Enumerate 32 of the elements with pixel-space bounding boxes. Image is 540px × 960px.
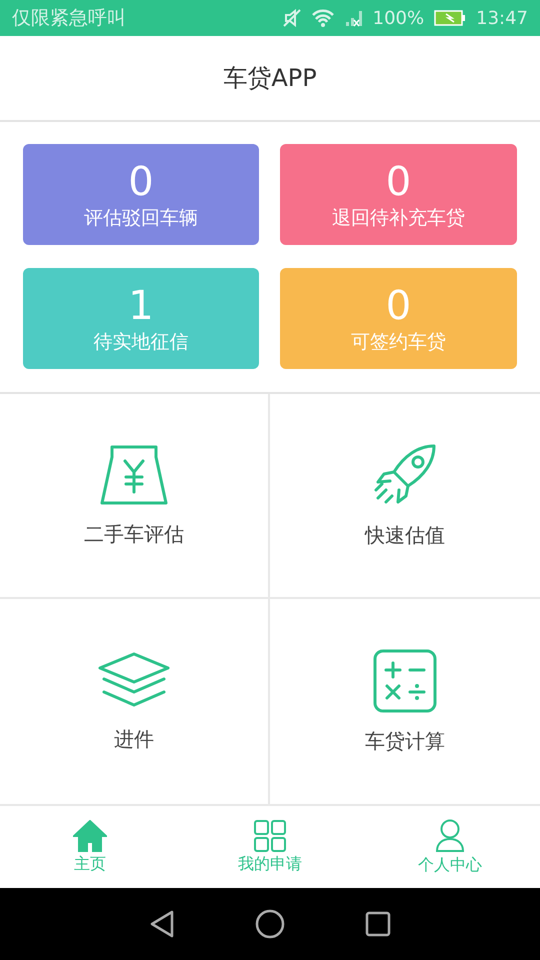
stat-label: 可签约车贷 bbox=[351, 330, 446, 354]
feature-label[interactable]: 车贷计算 bbox=[365, 728, 445, 755]
nav-tab[interactable]: 个人中心 bbox=[418, 854, 482, 876]
wifi-icon bbox=[310, 9, 335, 27]
mute-icon bbox=[282, 8, 301, 28]
feature-label[interactable]: 二手车评估 bbox=[84, 521, 184, 548]
battery-text: 100% bbox=[372, 8, 424, 28]
stat-count: 0 bbox=[386, 282, 412, 328]
signal-icon bbox=[344, 9, 363, 27]
home-button-icon[interactable] bbox=[255, 909, 285, 939]
nav-tab[interactable]: 我的申请 bbox=[238, 854, 302, 874]
stat-label: 退回待补充车贷 bbox=[332, 206, 465, 230]
stat-card[interactable]: 0 退回待补充车贷 bbox=[280, 144, 517, 245]
stat-count: 1 bbox=[128, 282, 154, 328]
feature-label[interactable]: 快速估值 bbox=[365, 522, 445, 549]
stat-count: 0 bbox=[128, 158, 154, 204]
yen-bag-icon bbox=[98, 443, 170, 507]
stat-count: 0 bbox=[386, 158, 412, 204]
stat-card[interactable]: 0 可签约车贷 bbox=[280, 268, 517, 369]
stat-label: 待实地征信 bbox=[94, 330, 188, 354]
stat-card[interactable]: 1 待实地征信 bbox=[23, 268, 259, 369]
calculator-icon bbox=[372, 648, 438, 714]
clock-text: 13:47 bbox=[476, 8, 528, 28]
back-icon[interactable] bbox=[149, 910, 175, 938]
nav-tab[interactable]: 主页 bbox=[74, 854, 106, 874]
feature-label[interactable]: 进件 bbox=[114, 726, 154, 753]
carrier-text: 仅限紧急呼叫 bbox=[12, 6, 127, 31]
recents-icon[interactable] bbox=[365, 911, 391, 937]
app-title: 车贷APP bbox=[223, 63, 317, 94]
battery-icon bbox=[434, 10, 466, 26]
stat-card[interactable]: 0 评估驳回车辆 bbox=[23, 144, 259, 245]
stat-label: 评估驳回车辆 bbox=[84, 206, 198, 230]
